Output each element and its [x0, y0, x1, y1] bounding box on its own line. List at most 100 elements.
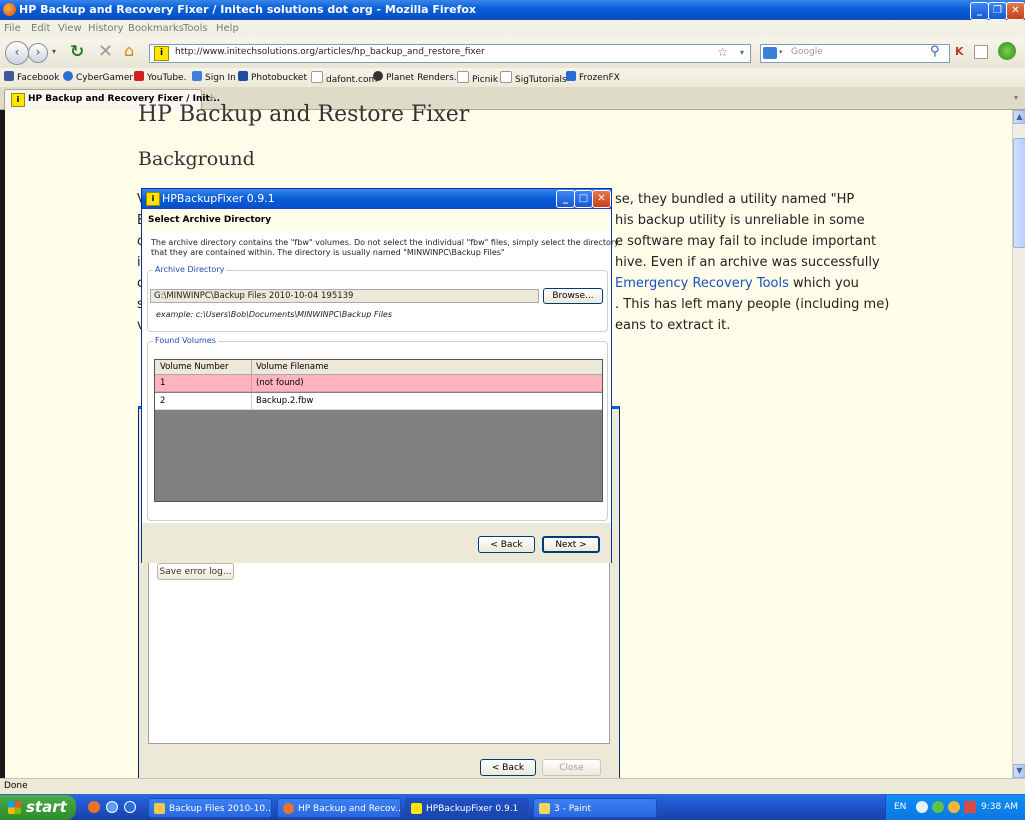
history-dropdown-icon[interactable]: ▾	[52, 47, 56, 56]
tray-shield-icon[interactable]	[948, 801, 960, 813]
browse-button[interactable]: Browse...	[543, 288, 603, 304]
save-error-log-button[interactable]: Save error log...	[157, 563, 234, 580]
menu-bar: File Edit View History Bookmarks Tools H…	[0, 20, 1025, 38]
skype-icon[interactable]	[998, 42, 1016, 60]
menu-bookmarks[interactable]: Bookmarks	[128, 23, 184, 34]
task-firefox[interactable]: HP Backup and Recov...	[277, 798, 401, 818]
home-icon[interactable]: ⌂	[124, 41, 134, 60]
column-volume-filename[interactable]: Volume Filename	[256, 362, 329, 372]
quicklaunch-ie-icon[interactable]	[106, 801, 118, 813]
status-bar: Done	[0, 778, 1025, 795]
volume-row-missing[interactable]: 1 (not found)	[155, 375, 602, 392]
bookmark-frozenfx[interactable]: FrozenFX	[566, 71, 620, 83]
language-indicator[interactable]: EN	[894, 802, 906, 812]
task-backup-files[interactable]: Backup Files 2010-10...	[148, 798, 272, 818]
quicklaunch-firefox-icon[interactable]	[88, 801, 100, 813]
bookmark-planet-renders[interactable]: Planet Renders.	[373, 71, 457, 83]
scroll-up-icon[interactable]: ▲	[1013, 110, 1025, 124]
column-divider[interactable]	[251, 360, 252, 374]
bookmark-youtube[interactable]: YouTube.	[134, 71, 186, 83]
tab-favicon-icon: i	[11, 93, 25, 107]
url-dropdown-icon[interactable]: ▾	[740, 48, 744, 57]
menu-edit[interactable]: Edit	[31, 23, 50, 34]
article-line-6: . This has left many people (including m…	[615, 297, 890, 312]
quicklaunch-app-icon[interactable]	[124, 801, 136, 813]
bookmark-sign-in[interactable]: Sign In	[192, 71, 236, 83]
system-tray: EN 9:38 AM	[885, 795, 1025, 820]
bookmark-photobucket[interactable]: Photobucket	[238, 71, 307, 83]
volume-row-ok[interactable]: 2 Backup.2.fbw	[155, 393, 602, 410]
volume-number-cell: 1	[160, 378, 166, 388]
back-button[interactable]: < Back	[478, 536, 535, 553]
bookmark-star-icon[interactable]: ☆	[717, 45, 728, 59]
addon-k-icon[interactable]: K	[955, 45, 964, 58]
dialog-minimize-button[interactable]: _	[556, 190, 575, 208]
back-arrow-icon[interactable]: ‹	[5, 41, 29, 65]
next-button[interactable]: Next >	[542, 536, 600, 553]
dialog-maximize-button[interactable]: □	[574, 190, 593, 208]
article-link-tail: which you	[788, 276, 859, 291]
found-volumes-label: Found Volumes	[153, 336, 218, 345]
bookmark-sigtutorials[interactable]: SigTutorials	[500, 71, 567, 85]
paint-icon	[539, 803, 550, 814]
scrollbar-thumb[interactable]	[1013, 138, 1025, 248]
article-line-3: e software may fail to include important	[615, 234, 877, 249]
search-engine-icon[interactable]	[763, 47, 777, 59]
tray-security-icon[interactable]	[964, 801, 976, 813]
reload-icon[interactable]: ↻	[70, 42, 84, 62]
search-bar[interactable]: ▾ Google	[760, 44, 950, 63]
bg-back-button[interactable]: < Back	[480, 759, 536, 776]
search-engine-dropdown-icon[interactable]: ▾	[779, 48, 783, 56]
tab-list-icon[interactable]: ▾	[1014, 93, 1018, 102]
forward-arrow-icon[interactable]: ›	[28, 43, 48, 63]
minimize-button[interactable]: _	[970, 2, 989, 20]
close-button[interactable]: ✕	[1006, 2, 1025, 20]
clock: 9:38 AM	[981, 802, 1018, 812]
volume-number-cell: 2	[160, 396, 166, 406]
bookmark-picnik[interactable]: Picnik	[457, 71, 498, 85]
app-icon: i	[146, 192, 160, 206]
address-bar[interactable]: i http://www.initechsolutions.org/articl…	[149, 44, 751, 63]
volumes-table-header: Volume Number Volume Filename	[155, 360, 602, 375]
page-scrollbar[interactable]: ▲ ▼	[1012, 110, 1025, 778]
volume-filename-cell: (not found)	[256, 378, 304, 388]
bookmark-facebook[interactable]: Facebook	[4, 71, 59, 83]
description-line-2: that they are contained within. The dire…	[151, 248, 505, 257]
bookmark-cybergamer[interactable]: CyberGamer	[63, 71, 133, 83]
url-text[interactable]: http://www.initechsolutions.org/articles…	[175, 47, 485, 57]
dialog-close-button[interactable]: ✕	[592, 190, 611, 208]
firefox-icon	[283, 803, 294, 814]
bg-close-button[interactable]: Close	[542, 759, 601, 776]
archive-path-input[interactable]: G:\MINWINPC\Backup Files 2010-10-04 1951…	[150, 289, 539, 303]
bookmark-dafont[interactable]: dafont.com	[311, 71, 377, 85]
menu-file[interactable]: File	[4, 23, 21, 34]
menu-history[interactable]: History	[88, 23, 124, 34]
search-go-icon[interactable]: ⚲	[930, 44, 940, 59]
restore-button[interactable]: ❐	[988, 2, 1007, 20]
menu-help[interactable]: Help	[216, 23, 239, 34]
start-button[interactable]: start	[0, 795, 76, 820]
firefox-icon	[3, 3, 16, 16]
scroll-down-icon[interactable]: ▼	[1013, 764, 1025, 778]
bookmarks-toolbar: Facebook CyberGamer YouTube. Sign In Pho…	[0, 68, 1025, 88]
tray-network-icon[interactable]	[916, 801, 928, 813]
addon-window-icon[interactable]	[974, 45, 988, 59]
site-favicon-icon: i	[154, 46, 169, 61]
status-text: Done	[4, 781, 28, 791]
archive-path-value: G:\MINWINPC\Backup Files 2010-10-04 1951…	[154, 291, 354, 301]
emergency-recovery-tools-link[interactable]: Emergency Recovery Tools	[615, 276, 789, 291]
column-volume-number[interactable]: Volume Number	[160, 362, 228, 372]
task-paint[interactable]: 3 - Paint	[533, 798, 657, 818]
menu-view[interactable]: View	[58, 23, 82, 34]
menu-tools[interactable]: Tools	[183, 23, 208, 34]
description-line-1: The archive directory contains the "fbw"…	[151, 238, 619, 247]
browser-title-bar: HP Backup and Recovery Fixer / Initech s…	[0, 0, 1025, 20]
error-log-panel	[148, 556, 610, 744]
browser-window-title: HP Backup and Recovery Fixer / Initech s…	[19, 3, 477, 16]
article-line-4: hive. Even if an archive was successfull…	[615, 255, 880, 270]
task-hpbackupfixer[interactable]: HPBackupFixer 0.9.1	[405, 798, 529, 818]
tray-update-icon[interactable]	[932, 801, 944, 813]
start-label: start	[26, 798, 67, 816]
stop-icon[interactable]: ✕	[98, 41, 113, 62]
article-line-2: his backup utility is unreliable in some	[615, 213, 865, 228]
